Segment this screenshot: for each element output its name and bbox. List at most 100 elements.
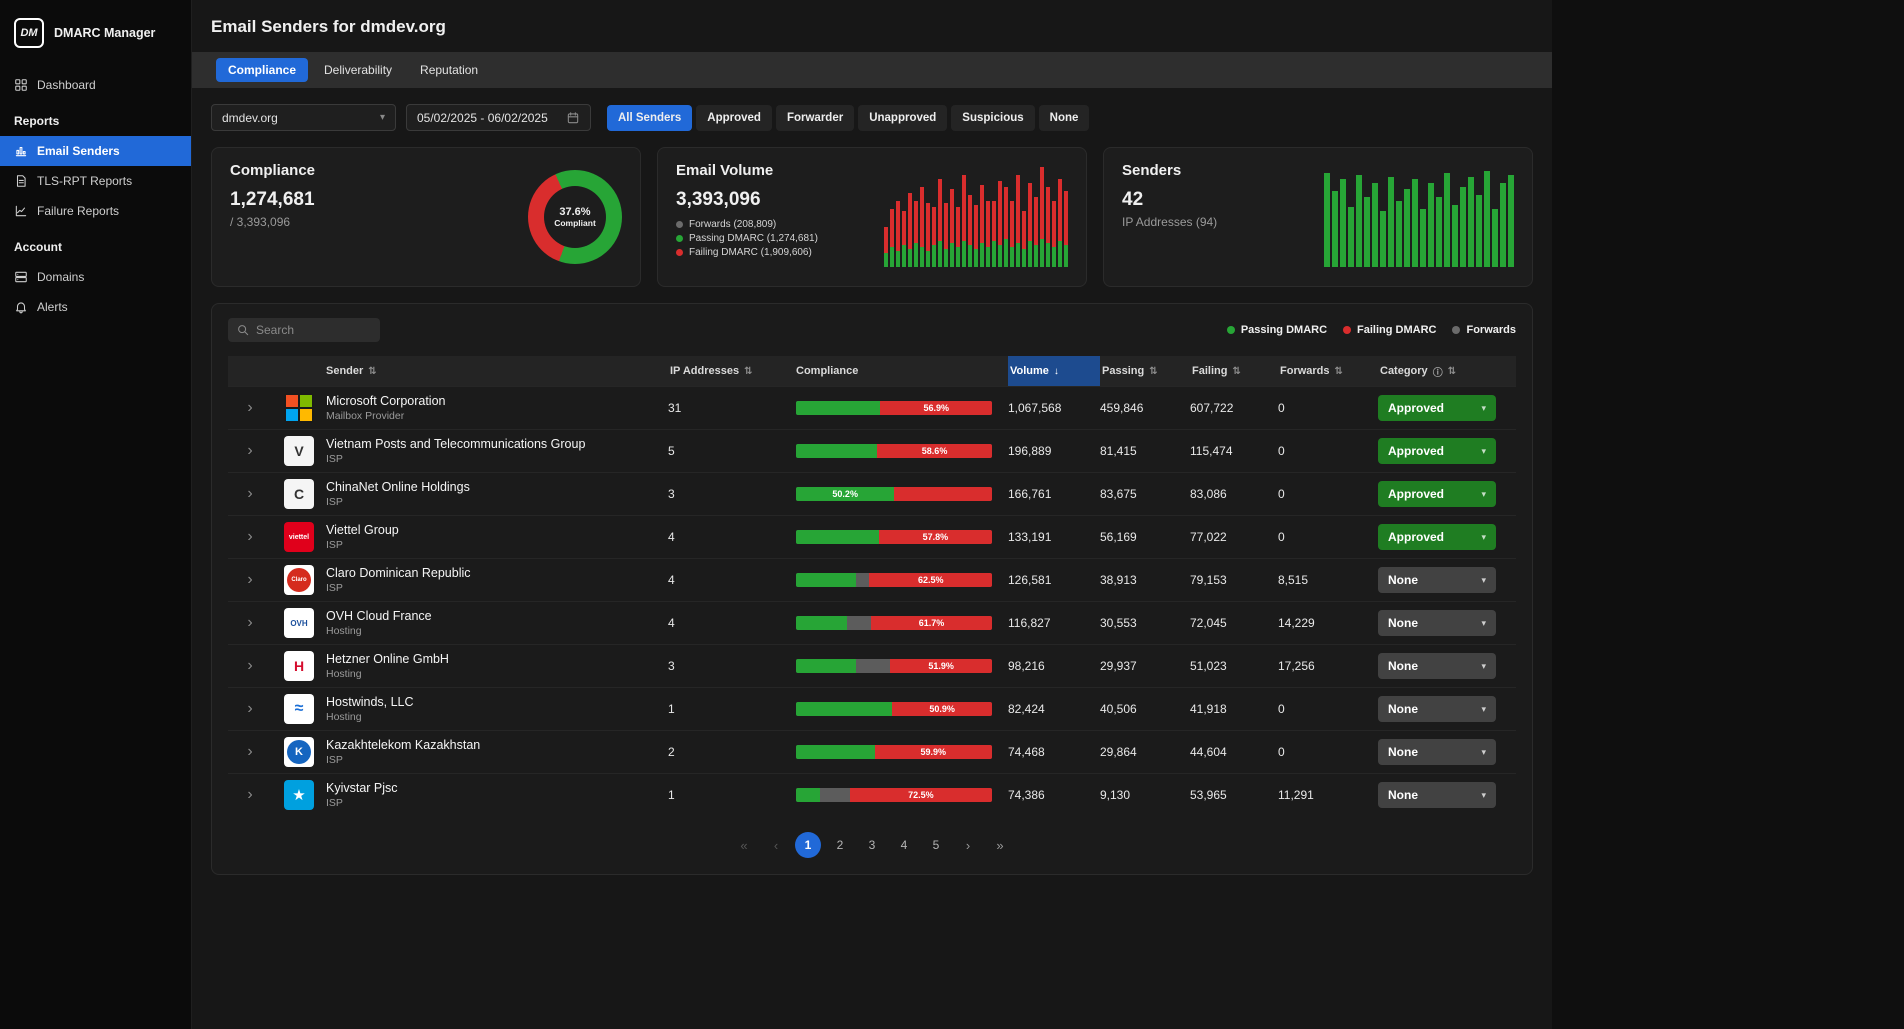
email-volume-legend: Forwards (208,809)Passing DMARC (1,274,6… bbox=[676, 219, 818, 258]
sidebar-section-account: Account bbox=[0, 226, 191, 262]
pagination-page-4[interactable]: 4 bbox=[891, 832, 917, 858]
sender-logo: ★ bbox=[284, 780, 314, 810]
pagination-page-5[interactable]: 5 bbox=[923, 832, 949, 858]
volume-value: 1,067,568 bbox=[1008, 401, 1100, 415]
filter-button-unapproved[interactable]: Unapproved bbox=[858, 105, 947, 131]
filter-button-forwarder[interactable]: Forwarder bbox=[776, 105, 854, 131]
sender-cell: viettelViettel GroupISP bbox=[272, 522, 668, 552]
pagination-page-2[interactable]: 2 bbox=[827, 832, 853, 858]
senders-card: Senders 42 IP Addresses (94) bbox=[1103, 147, 1533, 287]
tab-deliverability[interactable]: Deliverability bbox=[312, 58, 404, 82]
filter-button-suspicious[interactable]: Suspicious bbox=[951, 105, 1034, 131]
compliance-bar: 72.5% bbox=[796, 788, 992, 802]
column-header-forwards[interactable]: Forwards⇅ bbox=[1278, 356, 1378, 386]
pagination-page-3[interactable]: 3 bbox=[859, 832, 885, 858]
column-header-ips[interactable]: IP Addresses⇅ bbox=[668, 356, 796, 386]
tab-reputation[interactable]: Reputation bbox=[408, 58, 490, 82]
sender-logo: ≈ bbox=[284, 694, 314, 724]
page-title: Email Senders for dmdev.org bbox=[211, 0, 1533, 52]
pagination-prev[interactable]: ‹ bbox=[763, 832, 789, 858]
tab-compliance[interactable]: Compliance bbox=[216, 58, 308, 82]
volume-legend-item: Forwards (208,809) bbox=[676, 219, 818, 230]
sender-type: ISP bbox=[326, 539, 399, 551]
passing-value: 29,864 bbox=[1100, 745, 1190, 759]
filter-button-all-senders[interactable]: All Senders bbox=[607, 105, 692, 131]
volume-bar bbox=[1022, 211, 1026, 267]
column-header-failing[interactable]: Failing⇅ bbox=[1190, 356, 1278, 386]
senders-bar bbox=[1348, 207, 1354, 267]
column-header-volume[interactable]: Volume↓ bbox=[1008, 356, 1100, 386]
category-select[interactable]: Approved▾ bbox=[1378, 481, 1496, 507]
row-expand-chevron[interactable]: › bbox=[228, 743, 272, 761]
row-expand-chevron[interactable]: › bbox=[228, 399, 272, 417]
search-input[interactable] bbox=[256, 323, 366, 337]
failure-icon bbox=[14, 204, 28, 218]
date-range-picker[interactable]: 05/02/2025 - 06/02/2025 bbox=[406, 104, 591, 131]
table-row: ›Microsoft CorporationMailbox Provider31… bbox=[228, 386, 1516, 429]
chevron-down-icon: ▾ bbox=[1481, 661, 1486, 672]
ip-addresses-value: 4 bbox=[668, 573, 796, 587]
row-expand-chevron[interactable]: › bbox=[228, 528, 272, 546]
fail-dot bbox=[676, 249, 683, 256]
senders-bar bbox=[1436, 197, 1442, 267]
sidebar-item-alerts[interactable]: Alerts bbox=[0, 292, 191, 322]
row-expand-chevron[interactable]: › bbox=[228, 571, 272, 589]
volume-bar bbox=[1016, 175, 1020, 267]
senders-bar bbox=[1444, 173, 1450, 267]
filter-button-approved[interactable]: Approved bbox=[696, 105, 772, 131]
sidebar-item-dashboard[interactable]: Dashboard bbox=[0, 70, 191, 100]
row-expand-chevron[interactable]: › bbox=[228, 700, 272, 718]
compliance-segment-fail: 57.8% bbox=[879, 530, 992, 544]
domain-select[interactable]: dmdev.org ▾ bbox=[211, 104, 396, 131]
content: Email Senders for dmdev.org ComplianceDe… bbox=[192, 0, 1552, 1029]
row-expand-chevron[interactable]: › bbox=[228, 485, 272, 503]
search-icon bbox=[236, 323, 250, 337]
category-select[interactable]: None▾ bbox=[1378, 567, 1496, 593]
volume-bar bbox=[1034, 197, 1038, 267]
category-select[interactable]: Approved▾ bbox=[1378, 395, 1496, 421]
sidebar-item-domains[interactable]: Domains bbox=[0, 262, 191, 292]
row-expand-chevron[interactable]: › bbox=[228, 657, 272, 675]
category-cell: Approved▾ bbox=[1378, 524, 1516, 550]
sender-logo: H bbox=[284, 651, 314, 681]
column-header-sender[interactable]: Sender⇅ bbox=[272, 356, 668, 386]
fwd-dot bbox=[1452, 326, 1460, 334]
category-select[interactable]: None▾ bbox=[1378, 782, 1496, 808]
sidebar-item-failure-reports[interactable]: Failure Reports bbox=[0, 196, 191, 226]
app-title: DMARC Manager bbox=[54, 26, 155, 40]
compliance-segment-fail: 58.6% bbox=[877, 444, 992, 458]
filter-button-none[interactable]: None bbox=[1039, 105, 1090, 131]
column-header-category[interactable]: Categoryⓘ⇅ bbox=[1378, 356, 1516, 386]
compliance-bar: 62.5% bbox=[796, 573, 992, 587]
row-expand-chevron[interactable]: › bbox=[228, 442, 272, 460]
category-select[interactable]: None▾ bbox=[1378, 696, 1496, 722]
row-expand-chevron[interactable]: › bbox=[228, 786, 272, 804]
senders-bar bbox=[1388, 177, 1394, 267]
sidebar-item-email-senders[interactable]: Email Senders bbox=[0, 136, 191, 166]
pagination-last[interactable]: » bbox=[987, 832, 1013, 858]
category-label: Approved bbox=[1388, 530, 1444, 544]
category-label: Approved bbox=[1388, 487, 1444, 501]
row-expand-chevron[interactable]: › bbox=[228, 614, 272, 632]
pagination-next[interactable]: › bbox=[955, 832, 981, 858]
category-select[interactable]: Approved▾ bbox=[1378, 524, 1496, 550]
table-row: ›viettelViettel GroupISP457.8%133,19156,… bbox=[228, 515, 1516, 558]
sender-info: Kyivstar PjscISP bbox=[326, 781, 398, 809]
category-select[interactable]: None▾ bbox=[1378, 610, 1496, 636]
column-label: IP Addresses bbox=[670, 365, 739, 377]
sidebar-item-tls-rpt-reports[interactable]: TLS-RPT Reports bbox=[0, 166, 191, 196]
compliance-percent: 58.6% bbox=[922, 446, 948, 456]
category-select[interactable]: None▾ bbox=[1378, 653, 1496, 679]
fwd-dot bbox=[676, 221, 683, 228]
compliance-percent: 50.9% bbox=[929, 704, 955, 714]
pagination-first[interactable]: « bbox=[731, 832, 757, 858]
failing-value: 44,604 bbox=[1190, 745, 1278, 759]
pagination-page-1[interactable]: 1 bbox=[795, 832, 821, 858]
volume-value: 166,761 bbox=[1008, 487, 1100, 501]
column-header-compliance: Compliance bbox=[796, 356, 1008, 386]
category-select[interactable]: Approved▾ bbox=[1378, 438, 1496, 464]
domains-icon bbox=[14, 270, 28, 284]
column-header-passing[interactable]: Passing⇅ bbox=[1100, 356, 1190, 386]
compliance-bar: 61.7% bbox=[796, 616, 992, 630]
category-select[interactable]: None▾ bbox=[1378, 739, 1496, 765]
